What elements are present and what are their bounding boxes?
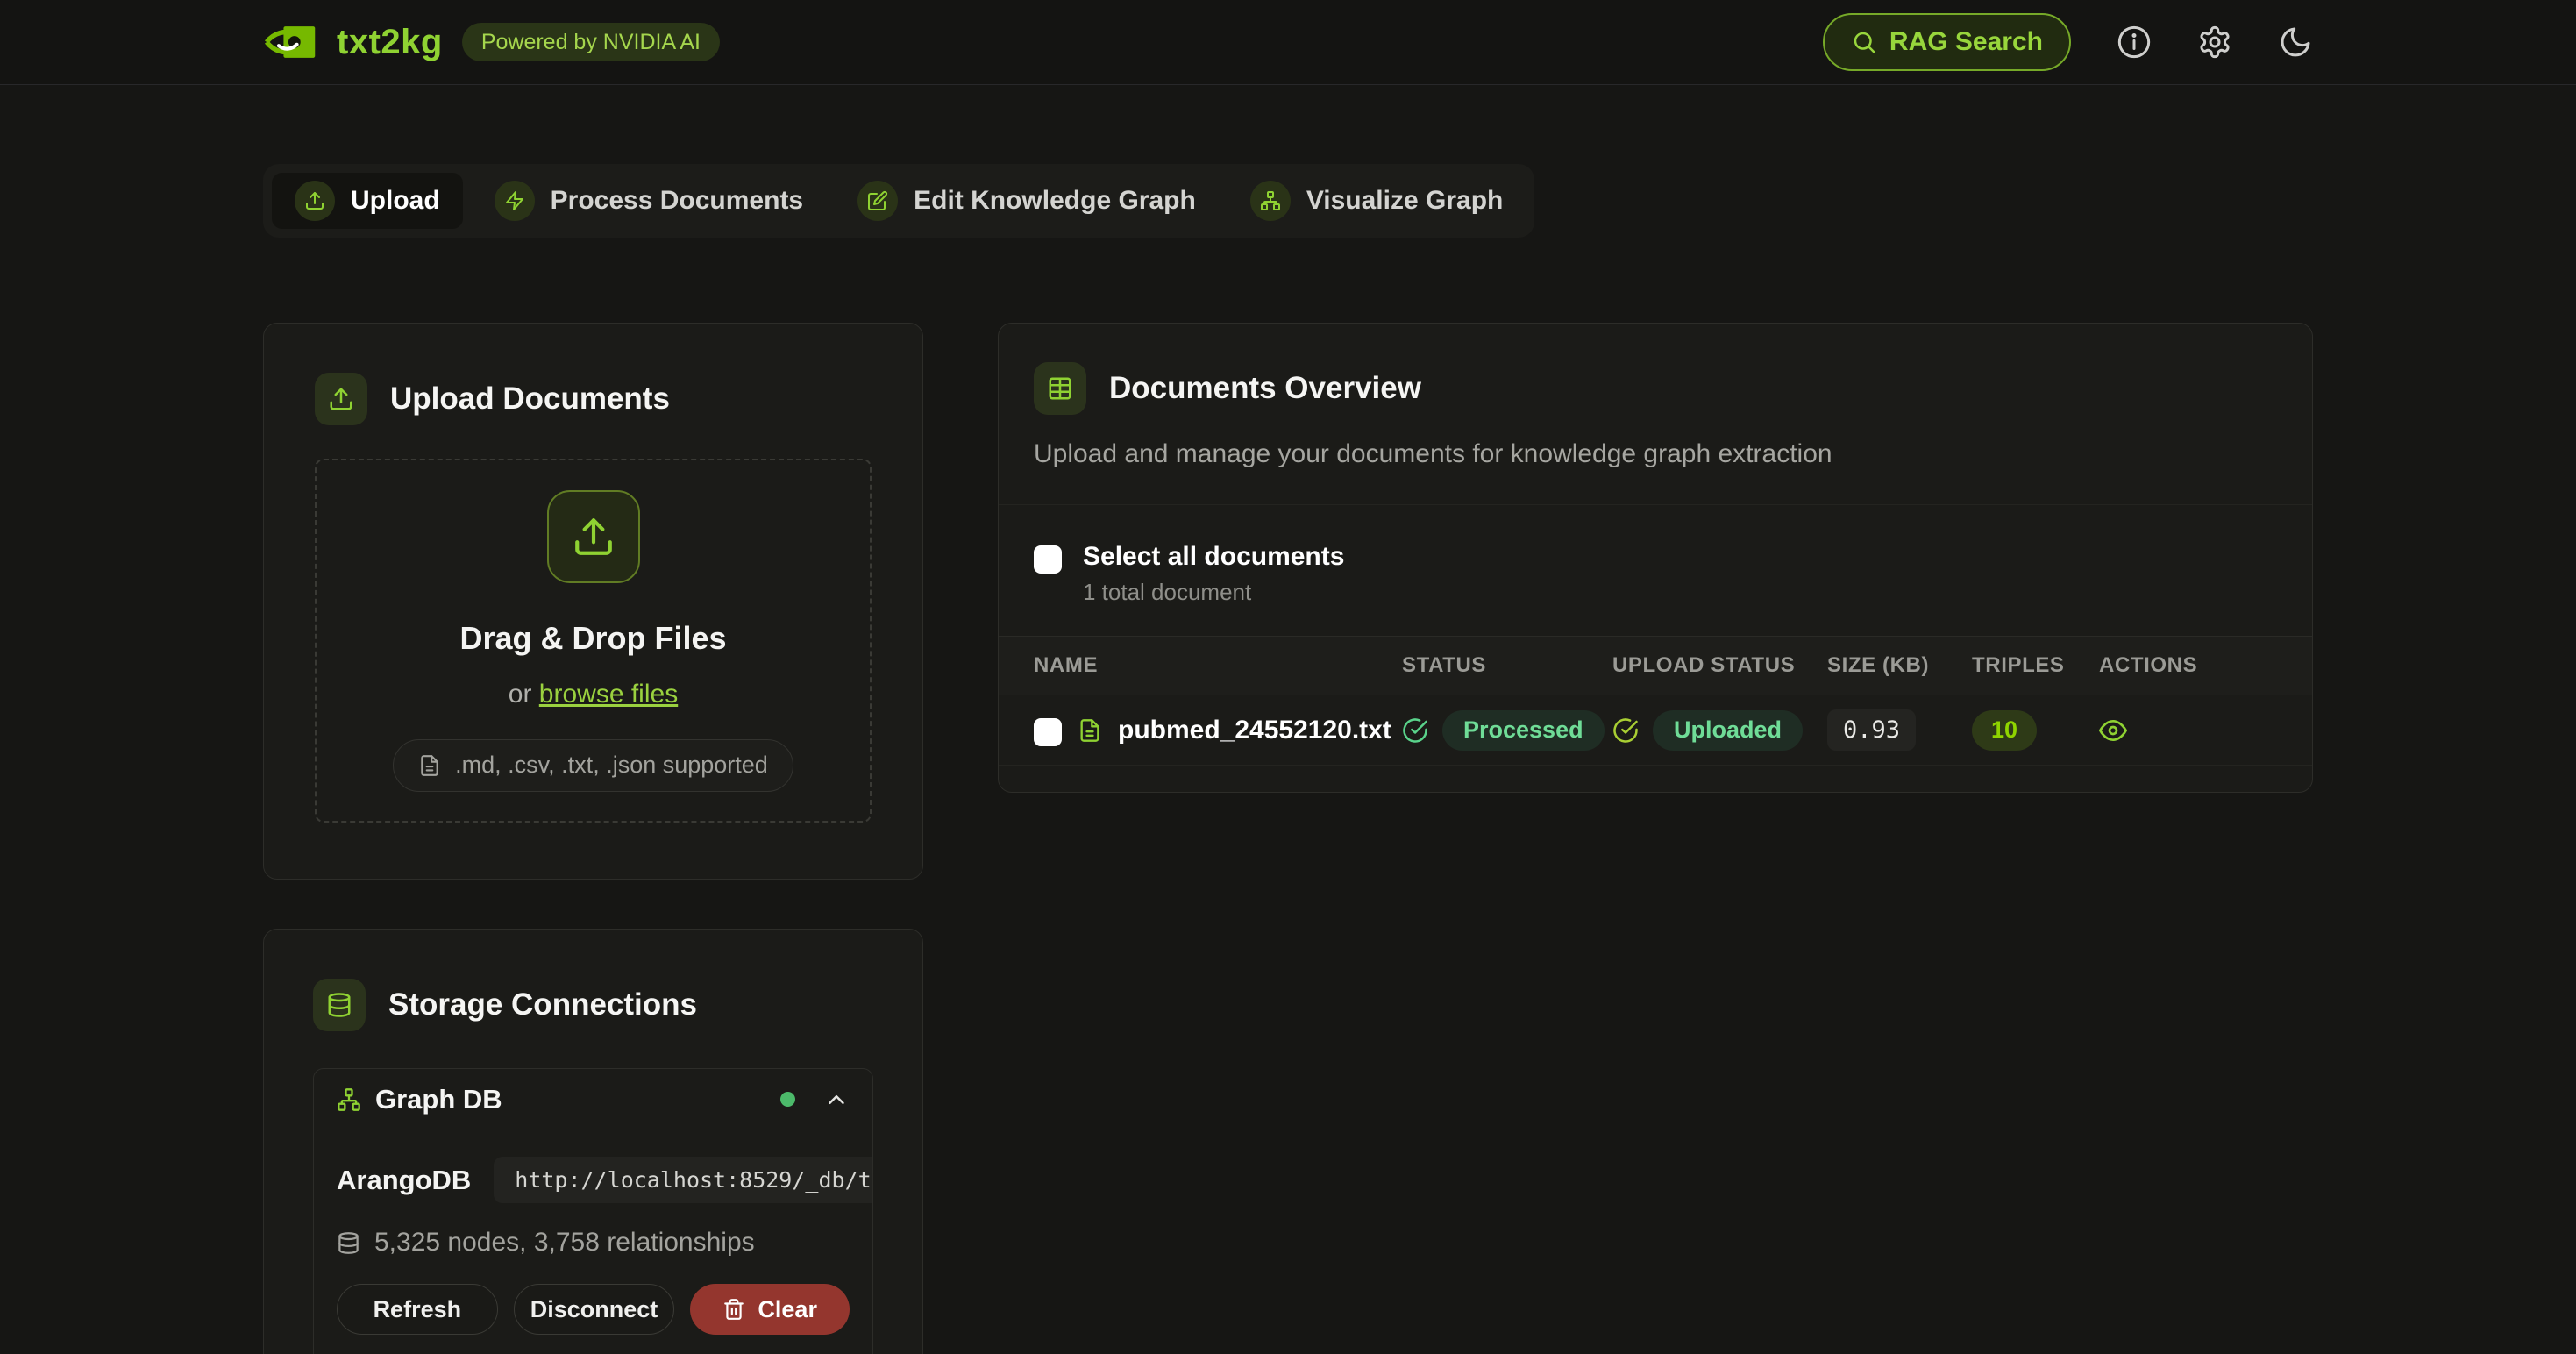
app-header: txt2kg Powered by NVIDIA AI RAG Search: [0, 0, 2576, 85]
upload-icon: [295, 181, 335, 221]
info-button[interactable]: [2117, 25, 2152, 60]
info-icon: [2117, 25, 2152, 60]
connections-box: Graph DB ArangoDB http://localhost:8529/…: [313, 1068, 873, 1354]
tab-upload[interactable]: Upload: [272, 173, 463, 229]
clear-button[interactable]: Clear: [690, 1284, 850, 1335]
column-name: NAME: [999, 653, 1402, 678]
column-upload-status: UPLOAD STATUS: [1612, 653, 1827, 678]
connection-url: http://localhost:8529/_db/txt2kg: [494, 1157, 873, 1203]
tab-process-documents[interactable]: Process Documents: [472, 173, 826, 229]
refresh-button[interactable]: Refresh: [337, 1284, 498, 1335]
settings-button[interactable]: [2197, 25, 2232, 60]
database-icon: [337, 1231, 360, 1255]
supported-formats-text: .md, .csv, .txt, .json supported: [455, 752, 768, 779]
size-value: 0.93: [1827, 709, 1916, 751]
column-status: STATUS: [1402, 653, 1612, 678]
disconnect-button[interactable]: Disconnect: [514, 1284, 675, 1335]
rag-search-label: RAG Search: [1889, 27, 2043, 57]
upload-status-badge: Uploaded: [1653, 710, 1803, 751]
document-name: pubmed_24552120.txt: [1118, 716, 1391, 745]
column-triples: TRIPLES: [1972, 653, 2099, 678]
storage-connections-panel: Storage Connections Graph DB: [263, 929, 923, 1354]
column-size: SIZE (KB): [1827, 653, 1972, 678]
file-dropzone[interactable]: Drag & Drop Files or browse files .md, .…: [315, 459, 872, 823]
supported-formats-pill: .md, .csv, .txt, .json supported: [393, 739, 793, 792]
rag-search-button[interactable]: RAG Search: [1823, 13, 2071, 71]
check-circle-icon: [1402, 717, 1428, 744]
tab-visualize-graph[interactable]: Visualize Graph: [1228, 173, 1526, 229]
column-actions: ACTIONS: [2099, 653, 2312, 678]
powered-by-badge: Powered by NVIDIA AI: [462, 23, 720, 61]
tab-edit-knowledge-graph-label: Edit Knowledge Graph: [914, 186, 1196, 216]
table-row: pubmed_24552120.txt Processed Uploaded: [999, 695, 2312, 766]
provider-name: ArangoDB: [337, 1165, 471, 1196]
brand: txt2kg Powered by NVIDIA AI: [263, 23, 720, 62]
tab-upload-label: Upload: [351, 186, 440, 216]
chevron-up-icon[interactable]: [823, 1087, 850, 1113]
graph-db-label: Graph DB: [375, 1084, 502, 1115]
trash-icon: [722, 1298, 745, 1321]
check-circle-icon: [1612, 717, 1639, 744]
upload-icon: [547, 490, 640, 583]
graph-icon: [337, 1087, 361, 1112]
tab-bar: Upload Process Documents Edit Knowledge …: [263, 164, 1534, 238]
graph-db-stats: 5,325 nodes, 3,758 relationships: [374, 1228, 755, 1258]
storage-panel-title: Storage Connections: [388, 987, 697, 1023]
upload-documents-panel: Upload Documents Drag & Drop Files or br…: [263, 323, 923, 880]
network-icon: [1250, 181, 1291, 221]
gear-icon: [2197, 25, 2232, 60]
tab-process-documents-label: Process Documents: [551, 186, 803, 216]
select-all-label: Select all documents: [1083, 542, 1344, 572]
edit-icon: [857, 181, 898, 221]
triples-badge: 10: [1972, 710, 2037, 751]
file-icon: [418, 754, 441, 777]
graph-db-status-dot: [780, 1092, 795, 1107]
search-icon: [1851, 29, 1877, 55]
tab-visualize-graph-label: Visualize Graph: [1306, 186, 1504, 216]
select-all-checkbox[interactable]: [1034, 545, 1062, 574]
documents-panel-subtitle: Upload and manage your documents for kno…: [1034, 439, 2277, 469]
graph-db-details: ArangoDB http://localhost:8529/_db/txt2k…: [314, 1130, 872, 1354]
nvidia-logo-icon: [263, 23, 317, 61]
documents-panel-title: Documents Overview: [1109, 371, 1421, 406]
clear-button-label: Clear: [758, 1296, 817, 1323]
moon-icon: [2278, 25, 2313, 60]
table-icon: [1034, 362, 1086, 415]
database-icon: [313, 979, 366, 1031]
dropzone-subtitle: or browse files: [509, 680, 678, 709]
browse-files-link[interactable]: browse files: [539, 680, 678, 709]
upload-icon: [315, 373, 367, 425]
dropzone-title: Drag & Drop Files: [459, 620, 726, 657]
view-document-button[interactable]: [2099, 716, 2127, 745]
or-text: or: [509, 680, 539, 709]
graph-db-header[interactable]: Graph DB: [314, 1069, 872, 1130]
app-title: txt2kg: [337, 23, 443, 62]
theme-toggle-button[interactable]: [2278, 25, 2313, 60]
documents-overview-panel: Documents Overview Upload and manage you…: [998, 323, 2313, 793]
zap-icon: [495, 181, 535, 221]
total-documents-label: 1 total document: [1083, 579, 1344, 606]
row-checkbox[interactable]: [1034, 718, 1062, 746]
eye-icon: [2099, 716, 2127, 745]
file-text-icon: [1078, 718, 1102, 743]
status-badge: Processed: [1442, 710, 1605, 751]
table-header: NAME STATUS UPLOAD STATUS SIZE (KB) TRIP…: [999, 636, 2312, 695]
upload-panel-title: Upload Documents: [390, 381, 670, 417]
tab-edit-knowledge-graph[interactable]: Edit Knowledge Graph: [835, 173, 1219, 229]
